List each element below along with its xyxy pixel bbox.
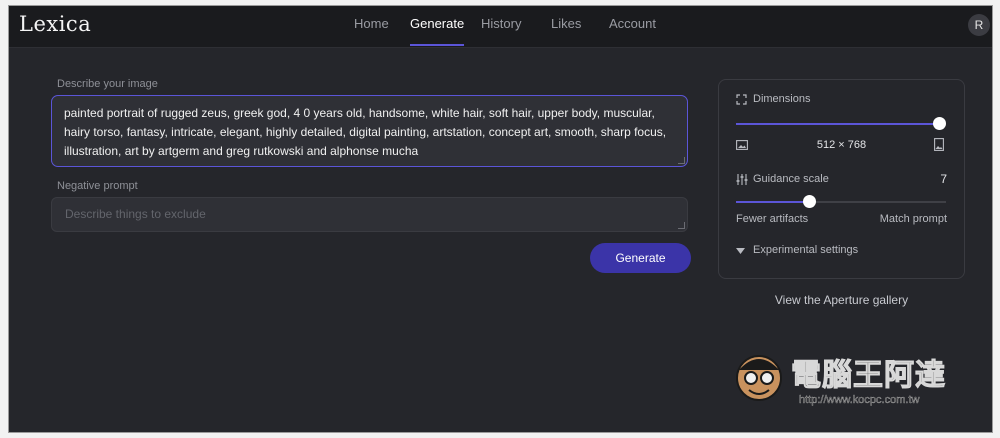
guidance-scale-value: 7 bbox=[940, 172, 947, 186]
experimental-settings-label: Experimental settings bbox=[753, 244, 859, 256]
tab-generate-label: Generate bbox=[410, 16, 465, 31]
tab-generate[interactable]: Generate bbox=[410, 6, 465, 47]
active-tab-indicator bbox=[410, 44, 465, 46]
tab-history[interactable]: History bbox=[481, 6, 521, 47]
negative-prompt-label: Negative prompt bbox=[57, 180, 138, 192]
resize-handle-icon[interactable] bbox=[678, 157, 685, 164]
tab-likes[interactable]: Likes bbox=[551, 6, 581, 47]
match-prompt-label: Match prompt bbox=[879, 213, 947, 225]
prompt-text: painted portrait of rugged zeus, greek g… bbox=[64, 106, 667, 158]
negative-prompt-input[interactable]: Describe things to exclude bbox=[51, 197, 688, 232]
aperture-gallery-link[interactable]: View the Aperture gallery bbox=[718, 293, 965, 307]
guidance-slider-fill bbox=[736, 201, 810, 203]
settings-panel: Dimensions 512 × 768 Guidance scale 7 Fe… bbox=[718, 79, 965, 279]
user-avatar[interactable]: R bbox=[968, 14, 990, 36]
tab-home[interactable]: Home bbox=[354, 6, 389, 47]
dimensions-label: Dimensions bbox=[753, 93, 811, 105]
prompt-textarea[interactable]: painted portrait of rugged zeus, greek g… bbox=[51, 95, 688, 167]
fewer-artifacts-label: Fewer artifacts bbox=[736, 213, 809, 225]
expand-icon bbox=[736, 94, 747, 105]
app-logo[interactable]: Lexica bbox=[19, 12, 91, 36]
site-watermark: 電腦王阿達 http://www.kocpc.com.tw bbox=[731, 346, 971, 416]
negative-prompt-placeholder: Describe things to exclude bbox=[65, 207, 206, 221]
app-window: Lexica Home Generate History Likes Accou… bbox=[8, 5, 993, 433]
sliders-icon bbox=[736, 174, 748, 185]
resize-handle-icon[interactable] bbox=[678, 222, 685, 229]
tab-account[interactable]: Account bbox=[609, 6, 656, 47]
generate-button[interactable]: Generate bbox=[590, 243, 691, 273]
guidance-slider-thumb[interactable] bbox=[802, 195, 816, 208]
guidance-scale-label: Guidance scale bbox=[753, 173, 829, 185]
prompt-label: Describe your image bbox=[57, 78, 158, 90]
dimensions-slider-fill bbox=[736, 123, 941, 125]
top-nav-bar: Lexica Home Generate History Likes Accou… bbox=[9, 6, 992, 48]
dimensions-slider-thumb[interactable] bbox=[933, 117, 946, 130]
caret-down-icon bbox=[736, 248, 745, 254]
mascot-logo-icon bbox=[736, 355, 782, 401]
portrait-image-icon[interactable] bbox=[934, 138, 944, 151]
watermark-title: 電腦王阿達 bbox=[791, 358, 946, 394]
watermark-url: http://www.kocpc.com.tw bbox=[799, 394, 920, 406]
dimensions-value: 512 × 768 bbox=[816, 139, 867, 151]
